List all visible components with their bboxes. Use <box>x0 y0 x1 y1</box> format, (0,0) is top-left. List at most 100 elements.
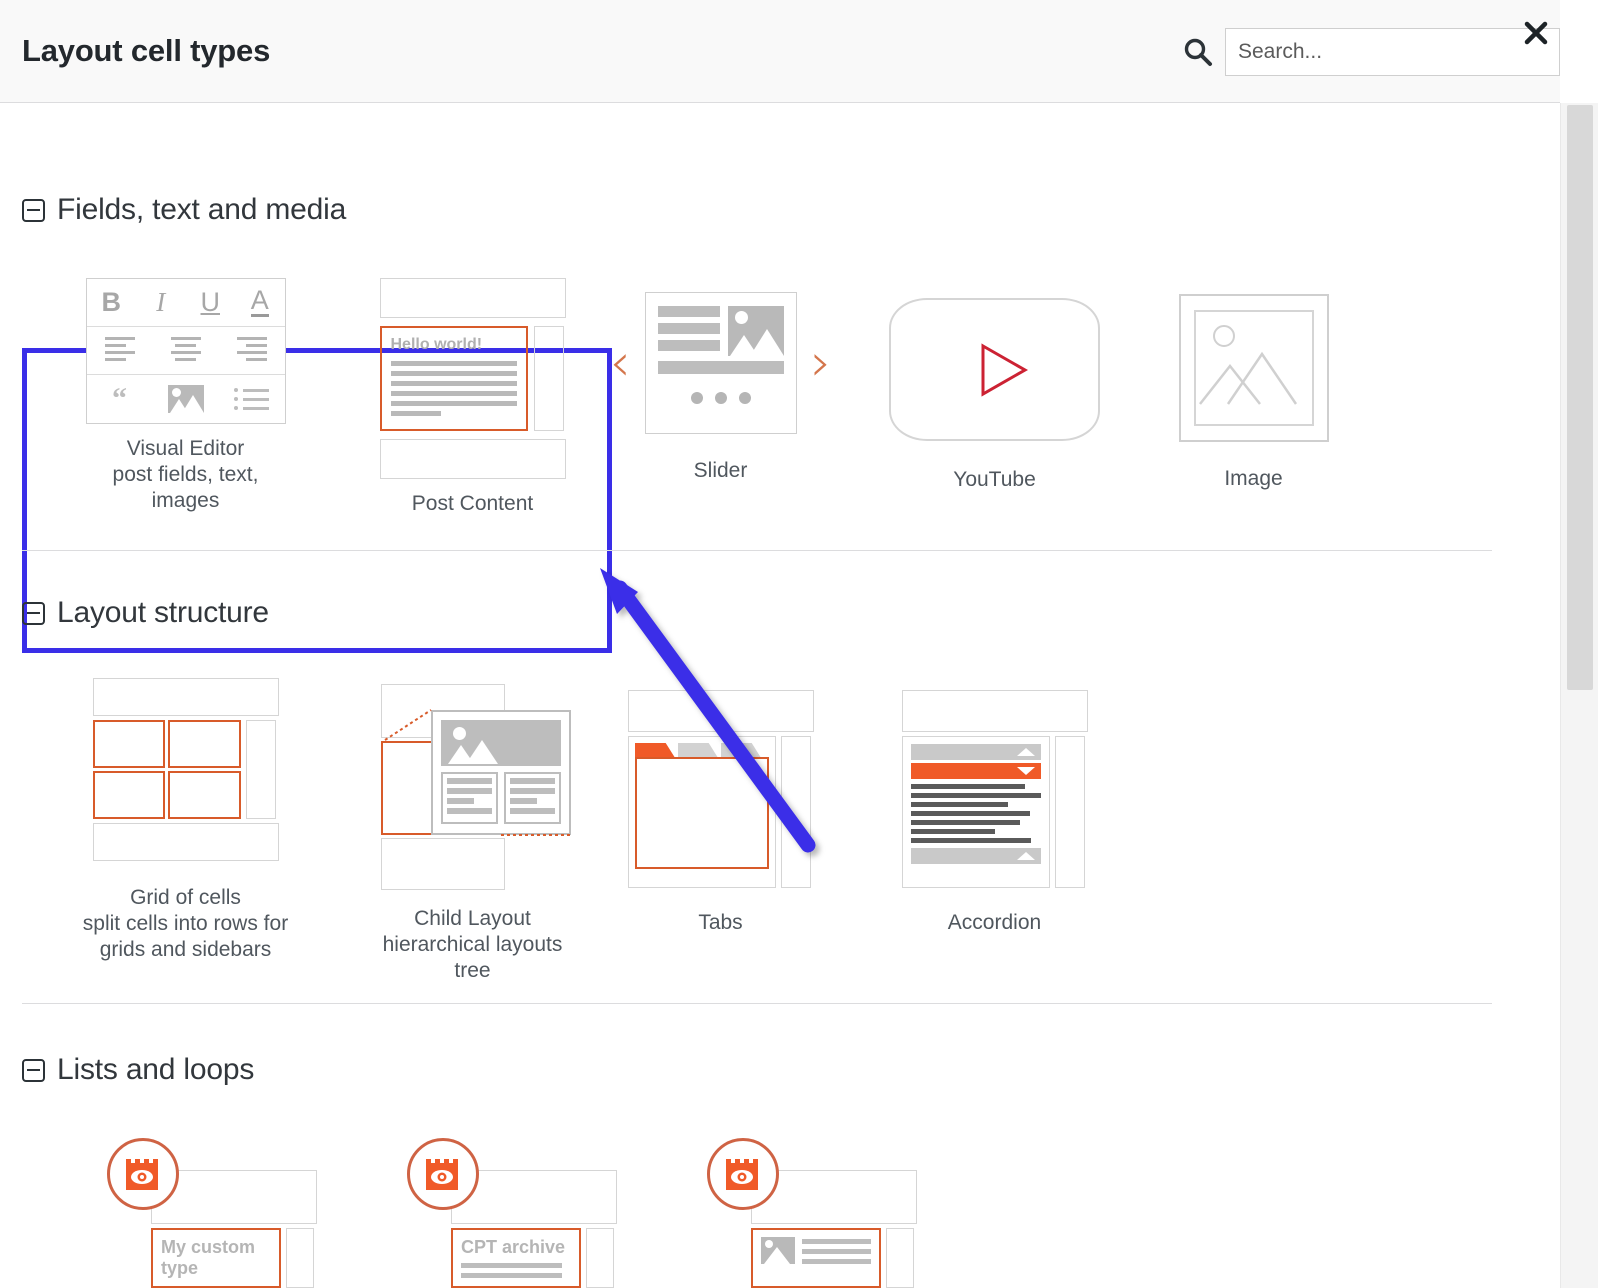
card-label: Tabs <box>698 910 742 936</box>
mock-post-title: Hello world! <box>391 336 517 354</box>
card-title: Image <box>1224 467 1282 490</box>
align-right-icon <box>237 337 267 365</box>
card-subtitle: post fields, text, images <box>78 462 293 514</box>
child-layout-icon <box>373 678 573 896</box>
close-button[interactable] <box>1516 14 1556 54</box>
section-cards-fields-text-media: B I U A “ <box>78 278 1361 517</box>
italic-icon: I <box>156 287 165 318</box>
align-left-icon <box>105 337 135 365</box>
mock-header-bar <box>380 278 566 318</box>
card-post-loop-custom-type[interactable]: My custom type <box>62 1128 362 1278</box>
card-post-loop-list[interactable] <box>662 1128 962 1278</box>
eye-badge-icon <box>407 1138 479 1210</box>
card-title: Accordion <box>948 911 1041 934</box>
quote-icon: “ <box>112 390 127 408</box>
card-label: Grid of cells split cells into rows for … <box>78 885 293 963</box>
align-center-icon <box>171 337 201 365</box>
card-title: Child Layout <box>414 907 531 930</box>
eye-badge-icon <box>707 1138 779 1210</box>
accordion-row-collapsed <box>911 848 1041 864</box>
post-content-icon: Hello world! <box>380 278 566 479</box>
mock-content-area: Hello world! <box>380 326 528 431</box>
section-label: Layout structure <box>57 598 269 628</box>
tab-active <box>635 743 675 757</box>
card-visual-editor[interactable]: B I U A “ <box>78 278 293 514</box>
chevron-right-icon: › <box>811 337 832 389</box>
chevron-left-icon: ‹ <box>610 337 631 389</box>
search-input[interactable] <box>1225 28 1560 76</box>
card-post-loop-cpt-archive[interactable]: CPT archive <box>362 1128 662 1278</box>
card-title: Post Content <box>412 492 533 515</box>
post-loop-icon: My custom type <box>107 1128 317 1278</box>
tab-inactive <box>721 743 761 757</box>
chevron-up-icon <box>1017 852 1035 860</box>
card-title: YouTube <box>953 468 1036 491</box>
modal-header: Layout cell types <box>0 0 1560 103</box>
card-title: Visual Editor <box>127 437 245 460</box>
slider-dots <box>658 392 784 404</box>
underline-icon: U <box>201 287 221 318</box>
image-icon <box>1179 294 1329 442</box>
accordion-row-collapsed <box>911 744 1041 760</box>
chevron-up-icon <box>1017 748 1035 756</box>
section-header-lists-and-loops[interactable]: Lists and loops <box>22 1055 254 1085</box>
bold-icon: B <box>102 287 122 318</box>
card-post-content[interactable]: Hello world! Post Content <box>365 278 580 517</box>
card-child-layout[interactable]: Child Layout hierarchical layouts tree <box>365 678 580 984</box>
mock-sidebar <box>534 326 564 431</box>
card-label: Accordion <box>948 910 1041 936</box>
section-cards-lists-and-loops: My custom type <box>62 1128 962 1278</box>
section-divider <box>22 1003 1492 1004</box>
card-title: Slider <box>694 459 748 482</box>
card-accordion[interactable]: Accordion <box>867 678 1122 936</box>
visual-editor-icon: B I U A “ <box>86 278 286 424</box>
image-icon <box>761 1237 795 1264</box>
section-header-fields-text-media[interactable]: Fields, text and media <box>22 195 346 225</box>
accordion-row-expanded <box>911 763 1041 779</box>
mock-footer-bar <box>380 439 566 479</box>
minus-square-icon[interactable] <box>22 1059 45 1082</box>
card-slider[interactable]: ‹ › Slider <box>598 278 843 484</box>
post-loop-icon <box>707 1128 917 1278</box>
chevron-down-icon <box>1017 767 1035 775</box>
play-icon <box>955 330 1035 410</box>
image-icon <box>168 385 204 413</box>
card-subtitle: hierarchical layouts tree <box>365 932 580 984</box>
tab-inactive <box>678 743 718 757</box>
grid-of-cells-icon <box>93 678 279 861</box>
bullet-list-icon <box>234 388 269 410</box>
post-loop-icon: CPT archive <box>407 1128 617 1278</box>
eye-badge-icon <box>107 1138 179 1210</box>
section-label: Lists and loops <box>57 1055 254 1085</box>
section-header-layout-structure[interactable]: Layout structure <box>22 598 269 628</box>
scrollbar-thumb[interactable] <box>1567 105 1593 690</box>
card-title: Tabs <box>698 911 742 934</box>
minus-square-icon[interactable] <box>22 199 45 222</box>
scrollbar[interactable] <box>1560 103 1598 1288</box>
card-image[interactable]: Image <box>1146 278 1361 492</box>
mock-loop-title: My custom type <box>161 1237 271 1279</box>
header-right-group <box>1181 0 1560 103</box>
close-icon <box>1521 18 1551 51</box>
minus-square-icon[interactable] <box>22 602 45 625</box>
card-grid-of-cells[interactable]: Grid of cells split cells into rows for … <box>78 678 293 963</box>
cell-types-list: Fields, text and media B I U A <box>0 103 1560 1288</box>
card-label: Post Content <box>412 491 533 517</box>
search-icon <box>1181 35 1215 69</box>
page-title: Layout cell types <box>22 33 270 69</box>
card-label: YouTube <box>953 467 1036 493</box>
card-label: Slider <box>694 458 748 484</box>
youtube-icon <box>889 298 1100 441</box>
slider-icon: ‹ › <box>610 292 832 434</box>
card-title: Grid of cells <box>130 886 241 909</box>
card-tabs[interactable]: Tabs <box>598 678 843 936</box>
mock-loop-title: CPT archive <box>461 1237 571 1258</box>
card-label: Visual Editor post fields, text, images <box>78 436 293 514</box>
tabs-icon <box>628 690 814 888</box>
section-label: Fields, text and media <box>57 195 346 225</box>
card-youtube[interactable]: YouTube <box>867 278 1122 493</box>
section-divider <box>22 550 1492 551</box>
card-subtitle: split cells into rows for grids and side… <box>78 911 293 963</box>
text-color-icon: A <box>251 288 269 317</box>
search-group <box>1181 28 1560 76</box>
